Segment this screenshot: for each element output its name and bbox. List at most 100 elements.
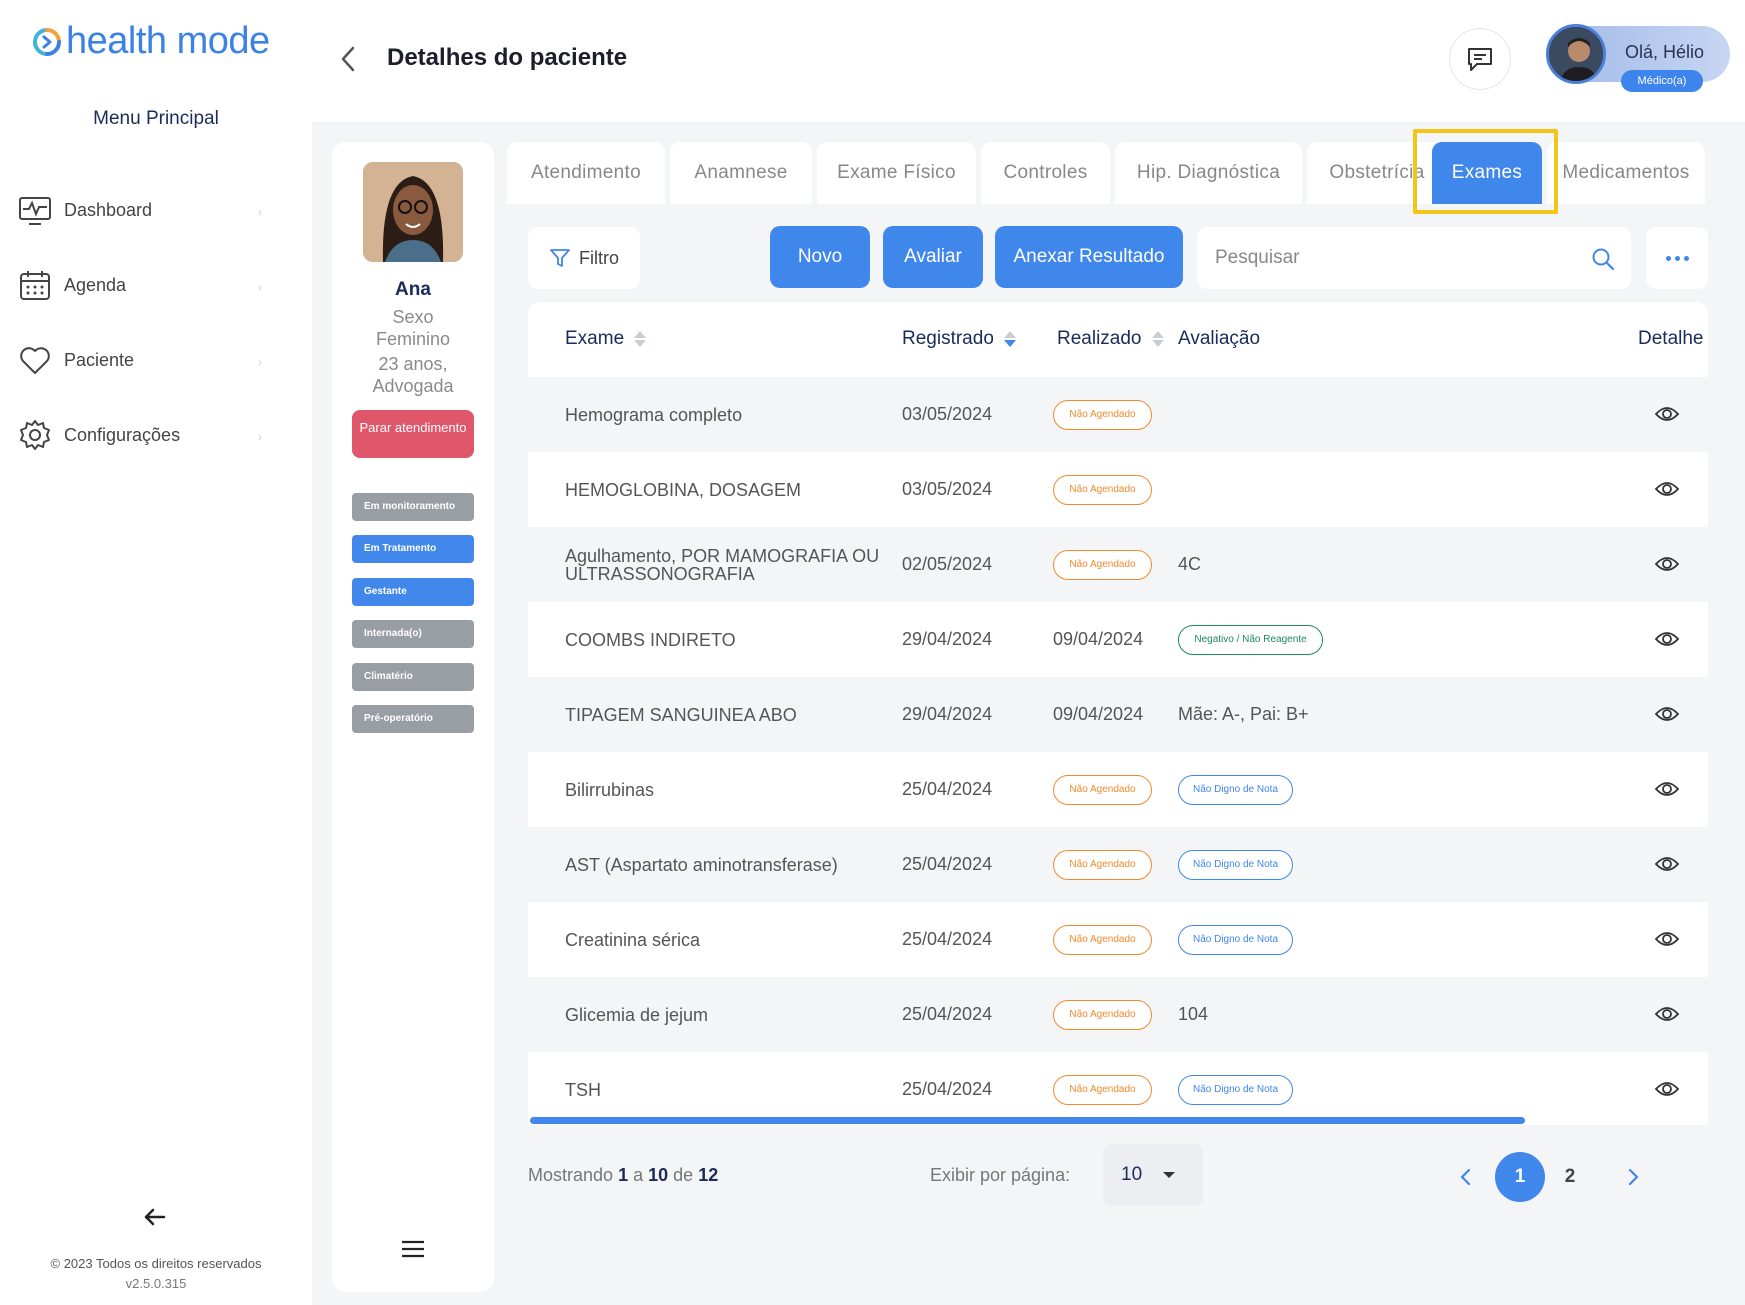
table-row[interactable]: COOMBS INDIRETO 29/04/2024 09/04/2024 Negat… bbox=[528, 602, 1708, 677]
page-button-1[interactable]: 1 bbox=[1495, 1152, 1545, 1202]
patient-menu-button[interactable] bbox=[400, 1238, 426, 1260]
view-details-icon[interactable] bbox=[1654, 628, 1680, 650]
showing-to-word: a bbox=[633, 1165, 644, 1185]
tab-controles[interactable]: Controles bbox=[981, 142, 1110, 204]
status-badge: Não Agendado bbox=[1053, 849, 1152, 880]
patient-profession: Advogada bbox=[372, 376, 454, 396]
attach-result-button[interactable]: Anexar Resultado bbox=[995, 226, 1183, 288]
done-date: 09/04/2024 bbox=[1053, 704, 1144, 724]
table-row[interactable]: Bilirrubinas 25/04/2024 Não Agendado Não Di… bbox=[528, 752, 1708, 827]
exam-name: Glicemia de jejum bbox=[565, 1004, 709, 1025]
tag-gestante[interactable]: Gestante bbox=[352, 578, 474, 606]
status-badge: Não Agendado bbox=[1053, 549, 1152, 580]
patient-age: 23 anos, bbox=[378, 354, 448, 374]
column-header-registrado[interactable]: Registrado bbox=[902, 328, 1016, 350]
evaluation: Negativo / Não Reagente bbox=[1178, 602, 1323, 677]
tag-internada[interactable]: Internada(o) bbox=[352, 620, 474, 648]
page-button-2[interactable]: 2 bbox=[1545, 1152, 1595, 1202]
dot bbox=[1674, 255, 1680, 261]
tag-em-tratamento[interactable]: Em Tratamento bbox=[352, 535, 474, 563]
tab-exame-fisico[interactable]: Exame Físico bbox=[817, 142, 976, 204]
showing-to: 10 bbox=[648, 1165, 669, 1185]
done-status: Não Agendado bbox=[1053, 902, 1152, 977]
table-row[interactable]: Hemograma completo 03/05/2024 Não Agendado bbox=[528, 377, 1708, 452]
registered-date: 29/04/2024 bbox=[902, 704, 993, 724]
tag-pre-operatorio[interactable]: Pré-operatório bbox=[352, 705, 474, 733]
table-row[interactable]: Agulhamento, POR MAMOGRAFIA OU ULTRASSON… bbox=[528, 527, 1708, 602]
new-button[interactable]: Novo bbox=[770, 226, 870, 288]
done-status: Não Agendado bbox=[1053, 1052, 1152, 1125]
stop-appointment-button[interactable]: Parar atendimento bbox=[352, 410, 474, 458]
version-text: v2.5.0.315 bbox=[125, 1276, 187, 1291]
table-row[interactable]: Glicemia de jejum 25/04/2024 Não Agendado 1… bbox=[528, 977, 1708, 1052]
chevron-right-icon: › bbox=[258, 205, 262, 219]
view-details-icon[interactable] bbox=[1654, 553, 1680, 575]
user-greeting: Olá, Hélio bbox=[1625, 42, 1705, 62]
view-details-icon[interactable] bbox=[1654, 853, 1680, 875]
patient-photo bbox=[363, 162, 463, 262]
column-header-exame[interactable]: Exame bbox=[565, 328, 647, 350]
search-icon[interactable] bbox=[1591, 247, 1615, 271]
done-date: 09/04/2024 bbox=[1053, 629, 1144, 649]
status-badge: Não Agendado bbox=[1053, 474, 1152, 505]
view-details-icon[interactable] bbox=[1654, 703, 1680, 725]
brand-name: health mode bbox=[66, 20, 270, 62]
more-options-button[interactable] bbox=[1646, 227, 1708, 289]
sidebar-item-label: Paciente bbox=[64, 349, 135, 370]
per-page-select[interactable]: 10 bbox=[1103, 1144, 1203, 1206]
view-details-icon[interactable] bbox=[1654, 1078, 1680, 1100]
table-row[interactable]: TIPAGEM SANGUINEA ABO 29/04/2024 09/04/202… bbox=[528, 677, 1708, 752]
sort-icon bbox=[634, 331, 647, 347]
view-details-icon[interactable] bbox=[1654, 478, 1680, 500]
tag-climaterio[interactable]: Climatério bbox=[352, 663, 474, 691]
tab-hip-diagnostica[interactable]: Hip. Diagnóstica bbox=[1115, 142, 1302, 204]
showing-from: 1 bbox=[618, 1165, 629, 1185]
sidebar-item-paciente[interactable]: Paciente › bbox=[18, 337, 268, 383]
evaluation-badge: Não Digno de Nota bbox=[1178, 924, 1293, 955]
user-avatar[interactable] bbox=[1546, 24, 1606, 84]
tab-anamnese[interactable]: Anamnese bbox=[670, 142, 812, 204]
filter-button[interactable]: Filtro bbox=[528, 227, 640, 289]
exam-name: Bilirrubinas bbox=[565, 779, 655, 800]
page-title: Detalhes do paciente bbox=[387, 44, 628, 71]
view-details-icon[interactable] bbox=[1654, 1003, 1680, 1025]
active-tab-highlight bbox=[1413, 129, 1558, 214]
sidebar-item-agenda[interactable]: Agenda › bbox=[18, 262, 268, 308]
next-page-button[interactable] bbox=[1623, 1166, 1643, 1188]
table-row[interactable]: TSH 25/04/2024 Não Agendado Não Digno de No… bbox=[528, 1052, 1708, 1125]
back-button[interactable] bbox=[334, 44, 364, 74]
previous-page-button[interactable] bbox=[1456, 1166, 1476, 1188]
horizontal-scrollbar[interactable] bbox=[530, 1117, 1525, 1124]
search-input[interactable] bbox=[1215, 227, 1575, 289]
per-page-label: Exibir por página: bbox=[930, 1165, 1071, 1185]
table-row[interactable]: Creatinina sérica 25/04/2024 Não Agendado N… bbox=[528, 902, 1708, 977]
brand-logo[interactable]: health mode bbox=[32, 20, 270, 63]
evaluation: Não Digno de Nota bbox=[1178, 752, 1293, 827]
table-row[interactable]: AST (Aspartato aminotransferase) 25/04/20… bbox=[528, 827, 1708, 902]
column-label: Realizado bbox=[1057, 328, 1142, 349]
showing-prefix: Mostrando bbox=[528, 1165, 614, 1185]
table-row[interactable]: HEMOGLOBINA, DOSAGEM 03/05/2024 Não Agenda… bbox=[528, 452, 1708, 527]
dot bbox=[1683, 255, 1689, 261]
patient-sex-label: Sexo bbox=[392, 307, 434, 327]
collapse-sidebar-button[interactable] bbox=[140, 1202, 170, 1232]
sidebar-item-dashboard[interactable]: Dashboard › bbox=[18, 187, 268, 233]
tab-atendimento[interactable]: Atendimento bbox=[507, 142, 665, 204]
tag-em-monitoramento[interactable]: Em monitoramento bbox=[352, 493, 474, 521]
evaluation: Não Digno de Nota bbox=[1178, 1052, 1293, 1125]
view-details-icon[interactable] bbox=[1654, 928, 1680, 950]
column-header-realizado[interactable]: Realizado bbox=[1057, 328, 1164, 350]
tab-medicamentos[interactable]: Medicamentos bbox=[1547, 142, 1705, 204]
per-page-value: 10 bbox=[1121, 1164, 1143, 1185]
exam-name: TIPAGEM SANGUINEA ABO bbox=[565, 704, 797, 725]
evaluate-button[interactable]: Avaliar bbox=[883, 226, 983, 288]
view-details-icon[interactable] bbox=[1654, 403, 1680, 425]
evaluation-text: Mãe: A-, Pai: B+ bbox=[1178, 704, 1309, 724]
messages-button[interactable] bbox=[1449, 28, 1511, 90]
chevron-right-icon: › bbox=[258, 280, 262, 294]
view-details-icon[interactable] bbox=[1654, 778, 1680, 800]
sidebar-item-label: Configurações bbox=[64, 424, 181, 445]
sidebar-item-configuracoes[interactable]: Configurações › bbox=[18, 412, 268, 458]
status-badge: Não Agendado bbox=[1053, 924, 1152, 955]
exams-table: Exame Registrado Realizado Avaliação Det… bbox=[528, 302, 1708, 1125]
